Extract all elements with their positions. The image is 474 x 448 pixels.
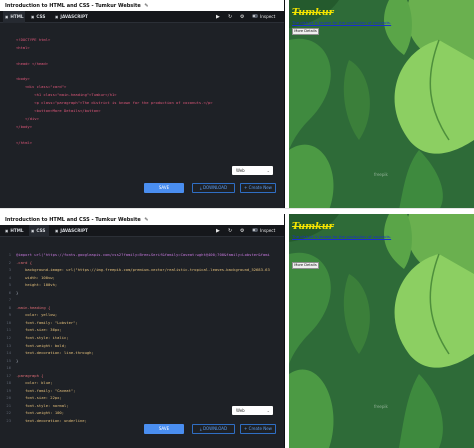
tab-css[interactable]: ▣ CSS <box>29 225 49 237</box>
save-button[interactable]: SAVE <box>144 424 184 434</box>
code-line: 17 .paragraph { <box>6 372 44 378</box>
more-details-button[interactable]: More Details <box>292 28 319 35</box>
code-editor: Introduction to HTML and CSS - Tumkur We… <box>0 214 285 448</box>
reset-refresh-icon[interactable]: ↻ <box>228 11 232 23</box>
theme-select[interactable]: Web ⌄ <box>232 166 273 175</box>
css-icon: ▣ <box>31 15 35 19</box>
chevron-down-icon: ⌄ <box>266 168 270 173</box>
html-editor-panel: Introduction to HTML and CSS - Tumkur We… <box>0 0 474 210</box>
code-line: 2 .card { <box>8 259 33 265</box>
window-title-bar: Introduction to HTML and CSS - Tumkur We… <box>0 0 284 11</box>
code-line: <button>More Details</button> <box>16 108 101 114</box>
code-line: 18 color: blue; <box>6 380 53 386</box>
freepik-watermark: freepik <box>374 404 388 409</box>
window-title: Introduction to HTML and CSS - Tumkur We… <box>5 3 141 9</box>
code-line: 20 font-size: 22px; <box>6 395 62 401</box>
code-line: <head> </head> <box>16 60 49 66</box>
window-title-bar: Introduction to HTML and CSS - Tumkur We… <box>0 214 284 225</box>
tropical-leaves-background <box>289 214 474 448</box>
code-line: <!DOCTYPE html> <box>16 37 51 42</box>
download-button[interactable]: ⤓ DOWNLOAD <box>192 183 235 193</box>
code-line: 1 @import url("https://fonts.googleapis.c… <box>8 252 270 257</box>
settings-gear-icon[interactable]: ⚙ <box>240 11 244 23</box>
tab-javascript[interactable]: ▣ JAVASCRIPT <box>53 225 89 237</box>
html-icon: ▣ <box>5 15 9 19</box>
output-preview: Tumkur The district is known for the pro… <box>289 0 474 210</box>
code-line: 11 font-size: 36px; <box>6 327 62 333</box>
inspect-toggle[interactable] <box>252 228 258 232</box>
code-line: 3 background-image: url("https://img.fre… <box>8 267 270 273</box>
code-line: 16 <box>6 365 11 371</box>
code-line: <body> <box>16 76 30 82</box>
theme-select[interactable]: Web ⌄ <box>232 406 273 415</box>
code-line: 5 height: 100vh; <box>8 282 58 288</box>
settings-gear-icon[interactable]: ⚙ <box>240 225 244 237</box>
code-line: 8 .main-heading { <box>8 304 51 310</box>
code-line: 9 color: yellow; <box>8 312 58 318</box>
code-line: </html> <box>16 139 33 145</box>
create-new-button[interactable]: + Create New <box>240 183 276 193</box>
code-line: 19 font-family: "Caveat"; <box>6 387 76 393</box>
save-button[interactable]: SAVE <box>144 183 184 193</box>
css-code-area[interactable]: 1 @import url("https://fonts.googleapis.c… <box>0 251 284 425</box>
tab-html[interactable]: ▣ HTML <box>3 11 25 23</box>
javascript-icon: ▣ <box>55 229 59 233</box>
inspect-label: Inspect <box>260 228 276 233</box>
code-line: 12 font-style: italic; <box>6 335 69 341</box>
freepik-watermark: freepik <box>374 172 388 177</box>
output-preview: Tumkur The district is known for the pro… <box>289 214 474 448</box>
code-line: 13 font-weight: bold; <box>6 342 67 348</box>
tab-html[interactable]: ▣ HTML <box>3 225 25 237</box>
code-line: 7 <box>8 297 11 303</box>
reset-refresh-icon[interactable]: ↻ <box>228 225 232 237</box>
more-details-button[interactable]: More Details <box>292 262 319 269</box>
code-line: 6} <box>8 289 19 295</box>
tab-css[interactable]: ▣ CSS <box>29 11 49 23</box>
tab-bar: ▣ HTML ▣ CSS ▣ JAVASCRIPT ▶ ↻ ⚙ Inspect <box>0 11 284 23</box>
css-editor-panel: Introduction to HTML and CSS - Tumkur We… <box>0 214 474 448</box>
code-line: 10 font-family: "Lobster"; <box>6 319 78 325</box>
code-editor: Introduction to HTML and CSS - Tumkur We… <box>0 0 285 210</box>
window-title: Introduction to HTML and CSS - Tumkur We… <box>5 217 141 223</box>
javascript-icon: ▣ <box>55 15 59 19</box>
edit-pencil-icon[interactable]: ✎ <box>143 217 148 223</box>
preview-main-heading: Tumkur <box>292 221 334 232</box>
html-icon: ▣ <box>5 229 9 233</box>
chevron-down-icon: ⌄ <box>266 408 270 413</box>
code-line: 4 width: 100vw; <box>8 274 55 280</box>
preview-main-heading: Tumkur <box>292 7 334 18</box>
code-line: <div class="card"> <box>16 84 67 90</box>
css-icon: ▣ <box>31 229 35 233</box>
preview-paragraph: The district is known for the production… <box>292 20 392 25</box>
inspect-toggle[interactable] <box>252 14 258 18</box>
edit-pencil-icon[interactable]: ✎ <box>143 3 148 9</box>
code-line: <h1 class="main-heading">Tumkur</h1> <box>16 92 117 98</box>
code-line: 15} <box>6 357 19 363</box>
code-line: <html> <box>16 44 30 50</box>
code-line: <p class="paragraph">The district is kno… <box>16 100 213 106</box>
preview-paragraph: The district is known for the production… <box>292 234 392 239</box>
code-line: </div> <box>16 115 39 121</box>
download-button[interactable]: ⤓ DOWNLOAD <box>192 424 235 434</box>
code-line: 14 text-decoration: line-through; <box>6 350 94 356</box>
inspect-label: Inspect <box>260 14 276 19</box>
code-line: </body> <box>16 123 33 129</box>
tab-javascript[interactable]: ▣ JAVASCRIPT <box>53 11 89 23</box>
run-play-icon[interactable]: ▶ <box>216 11 220 23</box>
html-code-area[interactable]: <!DOCTYPE html> <html> <head> </head> <b… <box>0 36 284 146</box>
run-play-icon[interactable]: ▶ <box>216 225 220 237</box>
tab-bar: ▣ HTML ▣ CSS ▣ JAVASCRIPT ▶ ↻ ⚙ Inspect <box>0 225 284 237</box>
create-new-button[interactable]: + Create New <box>240 424 276 434</box>
